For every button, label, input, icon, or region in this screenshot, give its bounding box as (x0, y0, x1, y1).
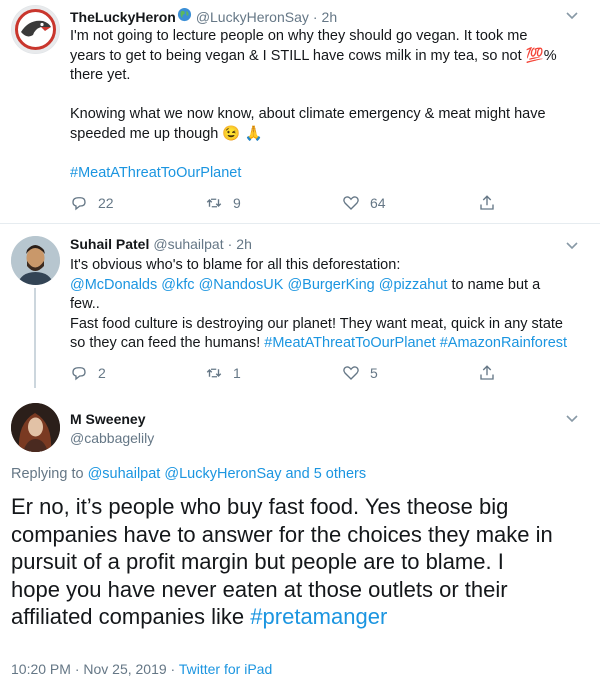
tweet-text: It's obvious who's to blame for all this… (70, 256, 585, 354)
handle[interactable]: @LuckyHeronSay (196, 9, 309, 25)
heart-icon (343, 366, 359, 380)
globe-icon (177, 7, 192, 27)
text-line: affiliated companies like #pretamanger (11, 604, 388, 629)
reply-count: 2 (98, 365, 106, 381)
retweet-count: 1 (233, 365, 241, 381)
dot-separator: · (227, 236, 233, 252)
mention-link[interactable]: @kfc (161, 277, 194, 293)
reply-count: 22 (98, 195, 114, 211)
reply-button[interactable]: 2 (70, 364, 106, 382)
chevron-down-icon[interactable] (566, 8, 578, 23)
hashtag-link[interactable]: #MeatAThreatToOurPlanet (264, 335, 435, 351)
source-link[interactable]: Twitter for iPad (179, 661, 272, 677)
like-button[interactable]: 5 (342, 364, 378, 382)
text-line: speeded me up though 😉 🙏 (70, 125, 263, 142)
mention-link[interactable]: @NandosUK (199, 277, 284, 293)
reply-icon (72, 197, 86, 211)
tweet-meta: 10:20 PM · Nov 25, 2019 · Twitter for iP… (11, 661, 273, 677)
share-icon (480, 365, 494, 380)
reply-button[interactable]: 22 (70, 194, 114, 212)
like-button[interactable]: 64 (342, 194, 386, 212)
pray-emoji: 🙏 (244, 125, 263, 142)
reply-icon (72, 367, 86, 381)
hashtag-link[interactable]: #AmazonRainforest (440, 335, 567, 351)
text-line: companies have to answer for the choices… (11, 521, 553, 547)
retweet-button[interactable]: 9 (205, 194, 241, 212)
tweet-actions: 22 9 64 (70, 194, 530, 214)
tweet-actions: 2 1 5 (70, 364, 530, 384)
text-line: few.. (70, 296, 100, 312)
hashtag-link[interactable]: #pretamanger (250, 604, 387, 629)
mention-link[interactable]: @McDonalds (70, 277, 157, 293)
heart-icon (343, 196, 359, 210)
share-button[interactable] (478, 194, 506, 212)
text-line: hope you have never eaten at those outle… (11, 576, 508, 602)
tweet-text: I'm not going to lecture people on why t… (70, 27, 585, 183)
wink-emoji: 😉 (222, 125, 241, 142)
text-line: Fast food culture is destroying our plan… (70, 315, 563, 332)
like-count: 64 (370, 195, 386, 211)
mention-link[interactable]: @pizzahut (379, 277, 448, 293)
text-line: I'm not going to lecture people on why t… (70, 28, 528, 44)
text-line: Knowing what we now know, about climate … (70, 106, 546, 122)
share-icon (480, 195, 494, 210)
full-timestamp[interactable]: 10:20 PM · Nov 25, 2019 (11, 661, 167, 677)
hashtag-link[interactable]: #MeatAThreatToOurPlanet (70, 164, 585, 184)
timestamp[interactable]: 2h (322, 9, 338, 25)
like-count: 5 (370, 365, 378, 381)
share-button[interactable] (478, 364, 506, 382)
text-line: Er no, it’s people who buy fast food. Ye… (11, 494, 509, 519)
timestamp[interactable]: 2h (236, 236, 252, 252)
mention-link[interactable]: @BurgerKing (287, 277, 374, 293)
text-line: years to get to being vegan & I STILL ha… (70, 47, 557, 64)
replying-users-link[interactable]: @suhailpat @LuckyHeronSay (88, 466, 282, 482)
display-name[interactable]: TheLuckyHeron (70, 9, 176, 25)
tweet-suhail[interactable]: Suhail Patel @suhailpat · 2h It's obviou… (0, 224, 600, 394)
retweet-count: 9 (233, 195, 241, 211)
replying-to: Replying to @suhailpat @LuckyHeronSay an… (11, 466, 367, 482)
avatar[interactable] (11, 403, 60, 452)
hundred-emoji: 💯 (525, 47, 544, 64)
tweet-luckyheron[interactable]: TheLuckyHeron @LuckyHeronSay · 2h I'm no… (0, 0, 600, 224)
avatar[interactable] (11, 236, 60, 285)
text-line: @McDonalds @kfc @NandosUK @BurgerKing @p… (70, 276, 541, 293)
text-line: pursuit of a profit margin but people ar… (11, 549, 504, 574)
text-line: It's obvious who's to blame for all this… (70, 257, 401, 273)
others-link[interactable]: and 5 others (281, 466, 366, 482)
tweet-msweeney: M Sweeney @cabbagelily Replying to @suha… (0, 394, 600, 693)
chevron-down-icon[interactable] (566, 238, 578, 253)
display-name[interactable]: M Sweeney (70, 411, 154, 427)
chevron-down-icon[interactable] (566, 411, 578, 426)
display-name[interactable]: Suhail Patel (70, 236, 149, 252)
retweet-icon (206, 198, 222, 208)
handle[interactable]: @suhailpat (153, 236, 223, 252)
text-line: so they can feed the humans! #MeatAThrea… (70, 335, 568, 351)
text-line: there yet. (70, 67, 131, 83)
retweet-button[interactable]: 1 (205, 364, 241, 382)
retweet-icon (206, 368, 222, 378)
avatar[interactable] (11, 5, 60, 54)
tweet-text: Er no, it’s people who buy fast food. Ye… (11, 493, 596, 631)
dot-separator: · (312, 9, 318, 25)
thread-line (34, 288, 36, 388)
handle[interactable]: @cabbagelily (70, 430, 154, 446)
